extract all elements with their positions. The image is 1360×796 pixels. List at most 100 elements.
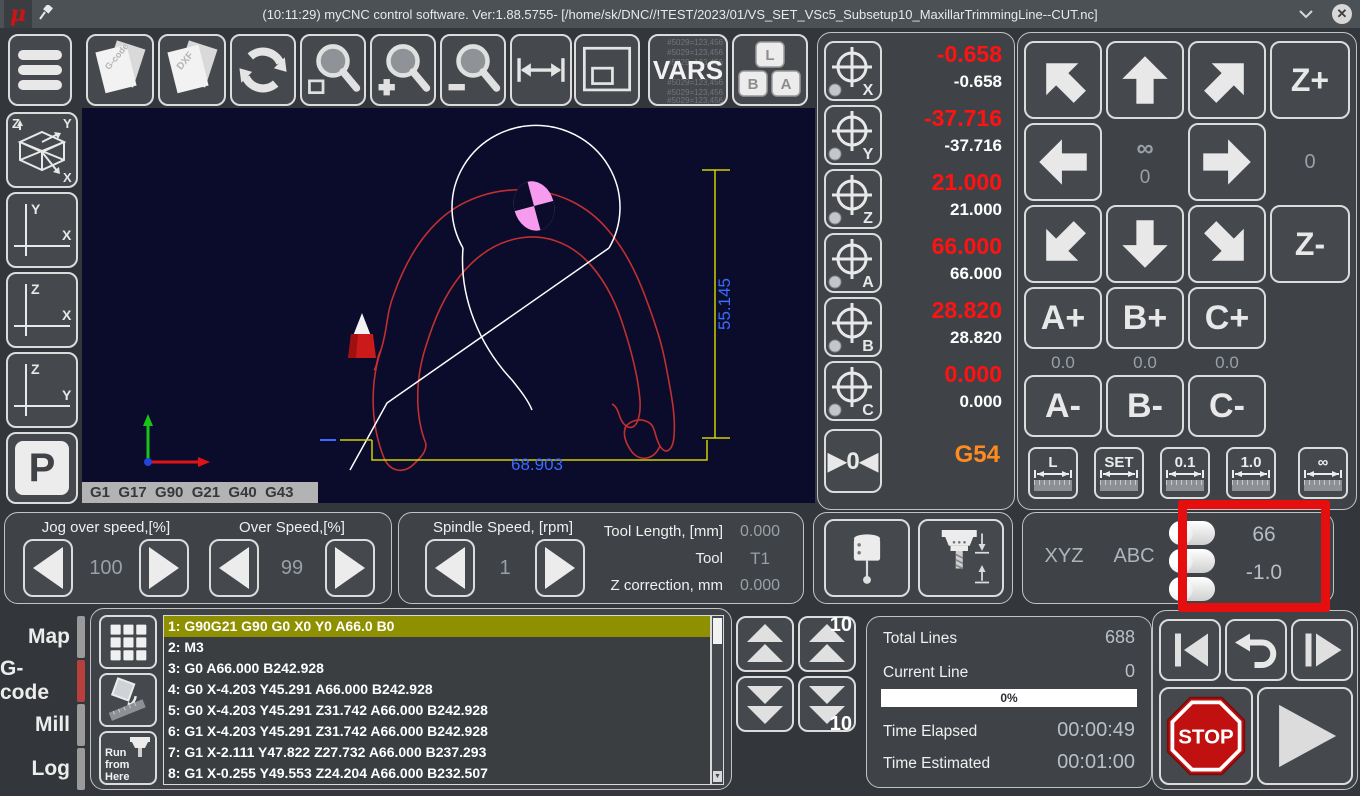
step-forward-button[interactable] [1291,619,1353,681]
zoom-in-button[interactable] [370,34,436,106]
chevron-down-icon[interactable] [1298,8,1314,20]
touch-probe-button[interactable] [824,519,910,597]
zoom-fit-button[interactable] [300,34,366,106]
stop-button[interactable]: STOP [1159,687,1253,785]
scrollbar-down-arrow[interactable]: ▼ [713,771,722,782]
step-1-0-button[interactable]: 1.0 [1226,447,1276,499]
svg-text:Y: Y [62,387,72,403]
jog-a-plus-button[interactable]: A+ [1024,287,1102,349]
jog-up-right-button[interactable] [1188,41,1266,119]
axis-b-button[interactable]: B [824,297,882,357]
line-up-button[interactable] [736,616,794,672]
zoom-out-button[interactable] [440,34,506,106]
zero-all-button[interactable]: ▶0◀ [824,429,882,493]
step-set-button[interactable]: SET [1094,447,1144,499]
view-3d-button[interactable]: ZYX [6,112,78,188]
open-dxf-button[interactable]: DXF [158,34,226,106]
play-button[interactable] [1257,687,1353,785]
jog-speed-up-button[interactable] [139,539,189,597]
axis-a-button[interactable]: A [824,233,882,293]
view-zx-button[interactable]: ZX [6,272,78,348]
rotate-measure-button[interactable] [99,673,157,727]
skip-start-icon [1166,626,1214,674]
dro-panel: X -0.658 -0.658 Y -37.716 -37.716 Z 21.0… [817,32,1015,510]
close-icon[interactable]: ✕ [1332,4,1352,24]
tab-gcode[interactable]: G-code [0,660,88,702]
jog-z-plus-button[interactable]: Z+ [1270,41,1350,119]
jog-down-button[interactable] [1106,205,1184,283]
jog-up-left-button[interactable] [1024,41,1102,119]
jog-down-right-button[interactable] [1188,205,1266,283]
line-down-button[interactable] [736,676,794,732]
gcode-line[interactable]: 3: G0 A66.000 B242.928 [164,658,710,679]
spindle-speed-up-button[interactable] [535,539,585,597]
grid-view-button[interactable] [99,615,157,669]
gcode-list[interactable]: 1: G90G21 G90 G0 X0 Y0 A66.0 B0 2: M3 3:… [163,615,711,785]
width-dimension-label: 68.903 [511,455,563,474]
axis-c-button[interactable]: C [824,361,882,421]
jog-b-plus-button[interactable]: B+ [1106,287,1184,349]
view-3d-icon: ZYX [10,116,74,184]
dro-row-z: Z 21.000 21.000 [818,169,1014,231]
view-zy-button[interactable]: ZY [6,352,78,428]
gcode-line[interactable]: 8: G1 X-0.255 Y49.553 Z24.204 A66.000 B2… [164,763,710,784]
measure-width-button[interactable] [510,34,572,106]
jog-speed-down-button[interactable] [23,539,73,597]
gcode-line[interactable]: 5: G0 X-4.203 Y45.291 Z31.742 A66.000 B2… [164,700,710,721]
scrollbar-thumb[interactable] [713,618,722,644]
bounds-button[interactable] [574,34,640,106]
triangle-right-icon [540,544,580,592]
spindle-speed-down-button[interactable] [425,539,475,597]
axis-y-button[interactable]: Y [824,105,882,165]
keyboard-button[interactable]: LBA [732,34,808,106]
over-speed-up-button[interactable] [325,539,375,597]
reload-button[interactable] [230,34,296,106]
step-0-1-button[interactable]: 0.1 [1160,447,1210,499]
step-L-button[interactable]: L [1028,447,1078,499]
over-speed-label: Over Speed,[%] [209,519,375,536]
toolpath-viewport[interactable]: 68.903 55.145 G1 G17 G90 G21 G40 G43 [82,108,815,503]
axis-x-button[interactable]: X [824,41,882,101]
gcode-line-current[interactable]: 1: G90G21 G90 G0 X0 Y0 A66.0 B0 [164,616,710,637]
gcode-line[interactable]: 6: G1 X-4.203 Y45.291 Z31.742 A66.000 B2… [164,721,710,742]
tab-map[interactable]: Map [0,616,88,658]
tab-mill[interactable]: Mill [0,704,88,746]
jog-a-minus-button[interactable]: A- [1024,375,1102,437]
menu-button[interactable] [8,34,72,106]
svg-text:Z: Z [863,210,873,227]
rewind-start-button[interactable] [1159,619,1221,681]
jog-up-button[interactable] [1106,41,1184,119]
jog-down-left-button[interactable] [1024,205,1102,283]
line-down-10-button[interactable]: 10 [798,676,856,732]
jog-right-button[interactable] [1188,123,1266,201]
view-yx-button[interactable]: YX [6,192,78,268]
gcode-scrollbar[interactable]: ▼ [711,615,724,785]
run-from-here-button[interactable]: Run from Here [99,731,157,785]
jog-left-button[interactable] [1024,123,1102,201]
tool-length-sensor-button[interactable] [918,519,1004,597]
jog-panel: Z+ ∞ 0 0 Z- A+ B+ C+ 0.0 0.0 0.0 A- B- C… [1017,32,1357,510]
gcode-line[interactable]: 2: M3 [164,637,710,658]
jog-b-minus-button[interactable]: B- [1106,375,1184,437]
gcode-line[interactable]: 4: G0 X-4.203 Y45.291 A66.000 B242.928 [164,679,710,700]
a-machine-value: 66.000 [932,233,1002,259]
gcode-line[interactable]: 7: G1 X-2.111 Y47.822 Z27.732 A66.000 B2… [164,742,710,763]
jog-c-plus-button[interactable]: C+ [1188,287,1266,349]
tab-log[interactable]: Log [0,748,88,790]
jog-c-minus-button[interactable]: C- [1188,375,1266,437]
keyboard-keys-icon: LBA [737,40,803,100]
job-status-panel: Total Lines688 Current Line0 0% Time Ela… [866,616,1152,788]
jog-z-minus-button[interactable]: Z- [1270,205,1350,283]
open-gcode-button[interactable]: G-code [86,34,154,106]
svg-text:B: B [748,76,759,93]
park-button[interactable]: P [6,432,78,504]
y-program-value: -37.716 [944,135,1002,157]
step-infinite-button[interactable]: ∞ [1298,447,1348,499]
line-up-10-button[interactable]: 10 [798,616,856,672]
vars-button[interactable]: #5029=123,456 #5029=123,456 #5029=123,45… [648,34,728,106]
over-speed-down-button[interactable] [209,539,259,597]
crosshair-icon: C [826,363,880,419]
axis-z-button[interactable]: Z [824,169,882,229]
reset-back-button[interactable] [1225,619,1287,681]
time-estimated-row: Time Estimated00:01:00 [883,751,1135,774]
